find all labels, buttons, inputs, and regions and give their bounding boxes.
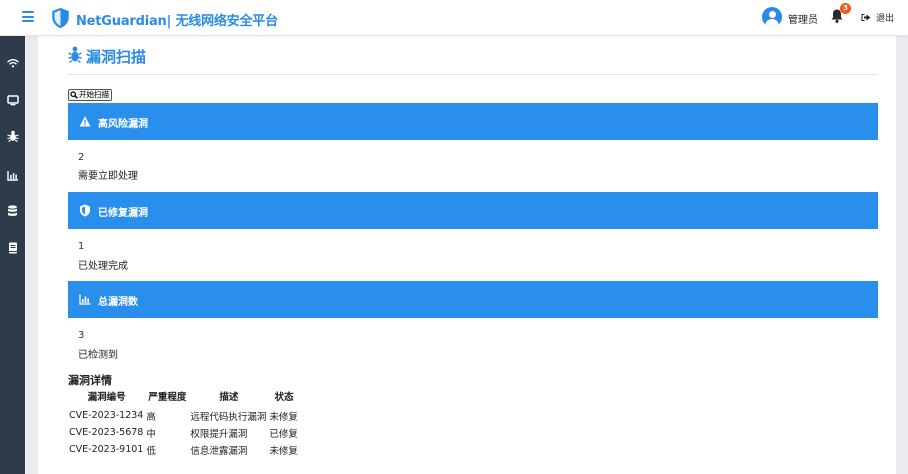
page-title: 漏洞扫描 <box>86 48 147 66</box>
vuln-details-title: 漏洞详情 <box>68 374 112 387</box>
sidebar-item-reports[interactable] <box>4 167 21 183</box>
wifi-icon <box>6 59 19 68</box>
search-icon <box>70 91 78 99</box>
column-header: 严重程度 <box>148 392 187 403</box>
vuln-severity: 中 <box>146 428 156 440</box>
shield-icon <box>80 204 90 217</box>
logout-link[interactable]: 退出 <box>876 11 894 24</box>
sidebar <box>0 36 25 474</box>
sidebar-item-wifi[interactable] <box>4 55 21 71</box>
book-icon <box>8 242 17 254</box>
column-header: 描述 <box>219 392 239 403</box>
user-name[interactable]: 管理员 <box>788 11 818 26</box>
right-gutter <box>896 36 908 474</box>
vuln-description: 权限提升漏洞 <box>190 428 248 440</box>
card-total-desc: 已检测到 <box>78 350 118 361</box>
vuln-severity: 高 <box>146 411 156 423</box>
chart-icon <box>79 294 91 305</box>
menu-toggle-icon[interactable] <box>22 11 34 22</box>
card-total-value: 3 <box>78 330 85 341</box>
chart-icon <box>6 170 18 181</box>
vuln-id: CVE-2023-5678 <box>69 427 144 438</box>
vuln-description: 信息泄露漏洞 <box>190 445 248 457</box>
card-fixed-value: 1 <box>78 241 85 252</box>
sidebar-item-docs[interactable] <box>4 240 21 256</box>
start-scan-label: 开始扫描 <box>79 90 109 99</box>
table-row[interactable]: CVE-2023-9101 低 信息泄露漏洞 未修复 <box>68 441 300 458</box>
table-header-row: 漏洞编号 严重程度 描述 状态 <box>68 389 300 407</box>
card-high-risk-title: 高风险漏洞 <box>98 119 148 130</box>
shield-logo-icon <box>52 7 69 29</box>
card-total-title: 总漏洞数 <box>98 297 138 308</box>
card-fixed-desc: 已处理完成 <box>78 261 128 272</box>
card-fixed-title: 已修复漏洞 <box>98 208 148 219</box>
column-header: 漏洞编号 <box>87 392 126 403</box>
left-gutter <box>25 36 38 474</box>
vuln-status: 未修复 <box>269 445 298 457</box>
vuln-id: CVE-2023-1234 <box>69 410 144 421</box>
user-avatar-icon[interactable] <box>762 7 782 27</box>
card-high-risk-header: 高风险漏洞 <box>68 103 878 140</box>
top-bar: NetGuardian| 无线网络安全平台 管理员 3 退出 <box>0 0 908 36</box>
bug-icon <box>6 130 19 142</box>
table-row[interactable]: CVE-2023-1234 高 远程代码执行漏洞 未修复 <box>68 407 300 424</box>
sidebar-item-vuln-scan[interactable] <box>4 128 21 144</box>
monitor-icon <box>6 94 19 105</box>
bug-icon <box>68 46 82 63</box>
logout-icon[interactable] <box>861 13 871 22</box>
card-total-header: 总漏洞数 <box>68 281 878 318</box>
vuln-status: 已修复 <box>269 428 298 440</box>
title-divider <box>68 74 878 75</box>
database-icon <box>8 205 17 216</box>
card-fixed-header: 已修复漏洞 <box>68 192 878 229</box>
card-high-risk-desc: 需要立即处理 <box>78 171 138 182</box>
vuln-description: 远程代码执行漏洞 <box>190 411 267 423</box>
warning-icon <box>79 116 91 127</box>
table-row[interactable]: CVE-2023-5678 中 权限提升漏洞 已修复 <box>68 424 300 441</box>
column-header: 状态 <box>274 392 294 403</box>
brand-name[interactable]: NetGuardian| 无线网络安全平台 <box>76 10 278 29</box>
start-scan-button[interactable]: 开始扫描 <box>68 89 112 101</box>
vuln-id: CVE-2023-9101 <box>69 444 144 455</box>
vuln-table: 漏洞编号 严重程度 描述 状态 CVE-2023-1234 高 远程代码执行漏洞… <box>68 389 300 458</box>
vuln-severity: 低 <box>146 445 156 457</box>
sidebar-item-monitor[interactable] <box>4 92 21 108</box>
notification-count-badge: 3 <box>840 3 851 14</box>
vuln-status: 未修复 <box>269 411 298 423</box>
card-high-risk-value: 2 <box>78 152 85 163</box>
sidebar-item-database[interactable] <box>4 203 21 219</box>
